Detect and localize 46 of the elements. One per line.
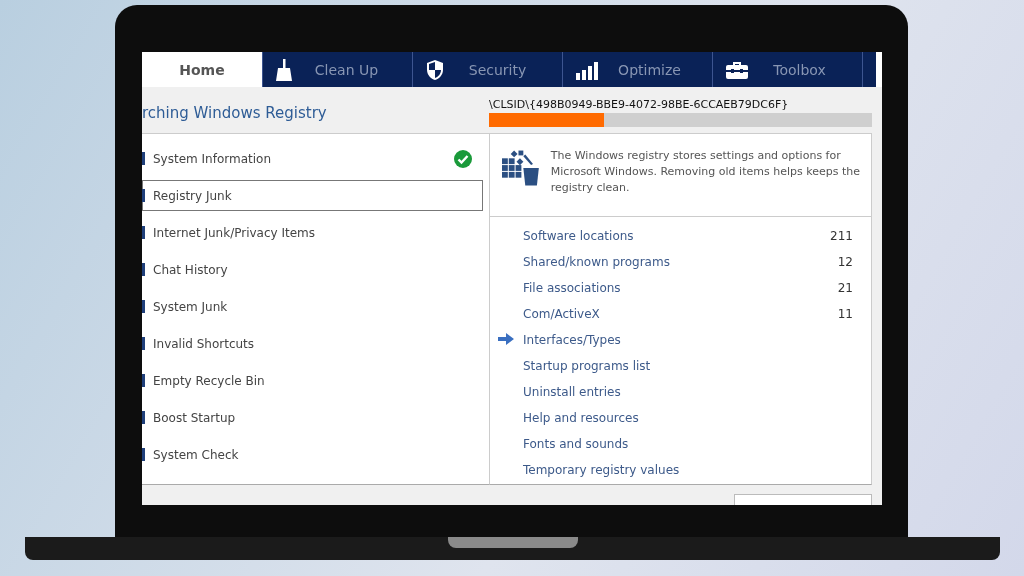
category-label: Software locations: [523, 229, 635, 243]
task-item[interactable]: Boost Startup: [142, 402, 483, 433]
shield-icon: [425, 58, 445, 81]
task-item[interactable]: System Information: [142, 143, 483, 174]
task-item[interactable]: Empty Recycle Bin: [142, 365, 483, 396]
category-label: Fonts and sounds: [523, 437, 630, 451]
category-label: Shared/known programs: [523, 255, 671, 269]
tab[interactable]: Optimize: [563, 52, 713, 87]
toolbox-icon: [725, 59, 749, 80]
registry-cleanup-icon: [502, 148, 541, 188]
tab[interactable]: Clean Up: [263, 52, 413, 87]
scan-title: rching Windows Registry: [142, 103, 328, 122]
item-count: 21: [837, 281, 853, 295]
item-count: 11: [837, 307, 853, 321]
tab[interactable]: Home: [142, 52, 263, 87]
tab[interactable]: Toolbox: [713, 52, 863, 87]
task-item[interactable]: Registry Junk: [142, 180, 483, 211]
broom-icon: [275, 58, 293, 81]
task-icon: [142, 411, 145, 424]
tab[interactable]: Security: [413, 52, 563, 87]
item-count: 211: [830, 229, 853, 243]
task-icon: [142, 263, 145, 276]
task-icon: [142, 337, 145, 350]
category-label: File associations: [523, 281, 622, 295]
task-item[interactable]: Chat History: [142, 254, 483, 285]
item-count: 12: [837, 255, 853, 269]
task-icon: [142, 189, 145, 202]
task-item[interactable]: Internet Junk/Privacy Items: [142, 217, 483, 248]
category-label: Temporary registry values: [523, 463, 681, 477]
category-label: Interfaces/Types: [523, 333, 622, 347]
category-label: Uninstall entries: [523, 385, 622, 399]
task-item[interactable]: System Check: [142, 439, 483, 470]
category-label: Help and resources: [523, 411, 640, 425]
bottom-button[interactable]: [734, 494, 872, 505]
scan-path: \CLSID\{498B0949-BBE9-4072-98BE-6CCAEB79DC6F}: [489, 97, 790, 111]
task-icon: [142, 374, 145, 387]
description-text: The Windows registry stores settings and options for Microsoft Windows. Removing old items helps keeps the registry clean.: [550, 148, 861, 196]
task-item[interactable]: Invalid Shortcuts: [142, 328, 483, 359]
task-item[interactable]: System Junk: [142, 291, 483, 322]
task-icon: [142, 152, 145, 165]
category-label: Com/ActiveX: [523, 307, 601, 321]
bar-chart-icon: [575, 59, 599, 80]
category-label: Startup programs list: [523, 359, 652, 373]
task-icon: [142, 300, 145, 313]
task-icon: [142, 448, 145, 461]
task-icon: [142, 226, 145, 239]
